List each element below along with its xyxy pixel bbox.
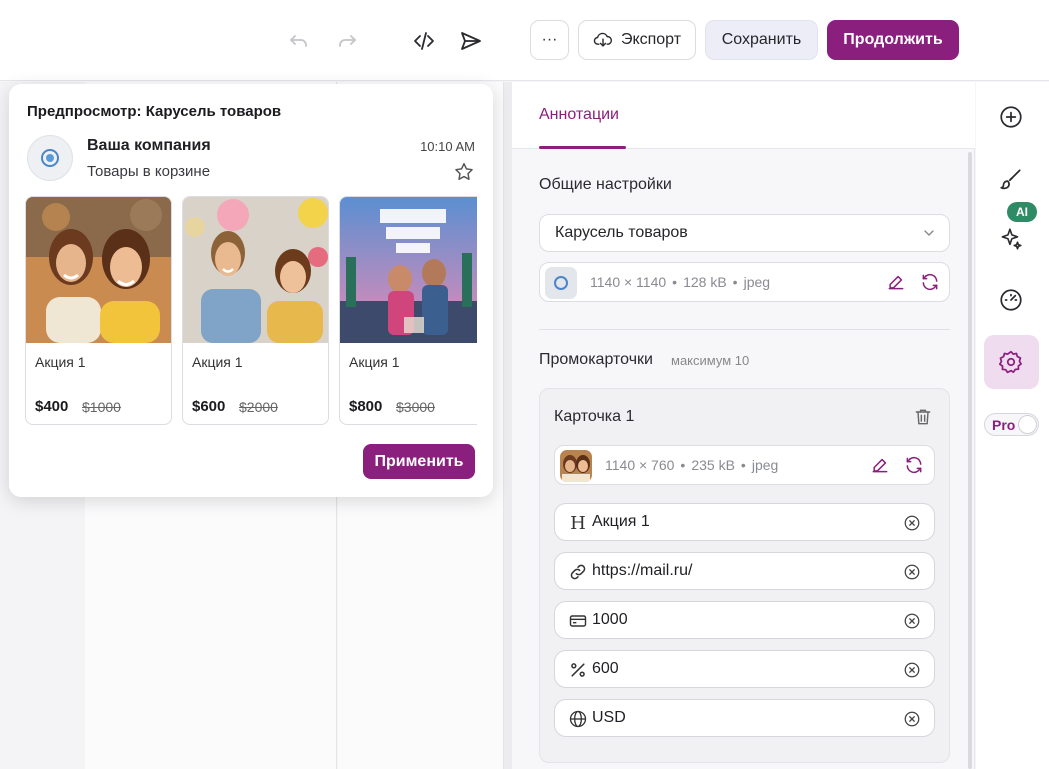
chevron-down-icon — [924, 230, 934, 236]
top-bar: ··· Экспорт Сохранить Продолжить — [0, 0, 1049, 81]
product-old-price: $3000 — [396, 399, 435, 415]
scrollbar[interactable] — [968, 152, 972, 769]
section-divider — [539, 329, 950, 330]
star-icon[interactable] — [453, 161, 475, 183]
export-button[interactable]: Экспорт — [578, 20, 696, 60]
discount-field-value: 600 — [592, 660, 619, 677]
product-old-price: $2000 — [239, 399, 278, 415]
globe-icon — [569, 710, 587, 728]
clear-icon[interactable] — [903, 612, 921, 630]
replace-icon[interactable] — [904, 455, 924, 475]
active-tab-indicator — [539, 146, 626, 149]
product-card[interactable]: Акция 1 $400 $1000 — [25, 196, 172, 425]
price-field-value: 1000 — [592, 611, 628, 628]
card-image-thumbnail — [560, 450, 592, 482]
product-label: Акция 1 — [192, 354, 243, 370]
percent-icon — [571, 663, 585, 677]
product-label: Акция 1 — [349, 354, 400, 370]
product-image — [183, 197, 328, 343]
file-type: jpeg — [751, 457, 779, 473]
preview-popup: Предпросмотр: Карусель товаров Ваша комп… — [9, 84, 493, 497]
clear-icon[interactable] — [903, 563, 921, 581]
link-icon — [570, 564, 586, 580]
product-price: $800 — [349, 398, 383, 415]
more-button[interactable]: ··· — [530, 20, 569, 60]
add-icon[interactable] — [997, 103, 1025, 131]
preview-title: Предпросмотр: Карусель товаров — [27, 103, 282, 120]
apply-button[interactable]: Применить — [363, 444, 475, 479]
file-size: 235 kB — [691, 457, 735, 473]
code-icon[interactable] — [405, 22, 443, 60]
edit-icon[interactable] — [870, 455, 890, 475]
product-old-price: $1000 — [82, 399, 121, 415]
promo-card: Карточка 1 1140 × 760 • 235 kB • jpeg H Акци… — [539, 388, 950, 763]
trash-icon[interactable] — [913, 407, 933, 427]
promo-cards-title: Промокарточки — [539, 351, 653, 368]
link-field-value: https://mail.ru/ — [592, 562, 693, 579]
price-field[interactable]: 1000 — [554, 601, 935, 639]
card-icon — [569, 615, 587, 627]
card-file-meta: 1140 × 760 • 235 kB • jpeg — [605, 457, 779, 473]
discount-field[interactable]: 600 — [554, 650, 935, 688]
continue-button[interactable]: Продолжить — [827, 20, 959, 60]
edit-icon[interactable] — [886, 272, 906, 292]
company-avatar — [27, 135, 73, 181]
undo-icon[interactable] — [280, 22, 318, 60]
link-field[interactable]: https://mail.ru/ — [554, 552, 935, 590]
card-image-file: 1140 × 760 • 235 kB • jpeg — [554, 445, 935, 485]
sparkles-icon[interactable] — [997, 225, 1025, 253]
currency-field-value: USD — [592, 709, 626, 726]
export-label: Экспорт — [620, 31, 682, 48]
send-icon[interactable] — [452, 22, 490, 60]
clear-icon[interactable] — [903, 710, 921, 728]
toggle-knob — [1018, 415, 1037, 434]
heading-icon: H — [570, 512, 586, 534]
gauge-icon[interactable] — [997, 286, 1025, 314]
message-time: 10:10 AM — [420, 139, 475, 154]
product-carousel[interactable]: Акция 1 $400 $1000 Акция 1 $600 $2000 Ак… — [25, 196, 477, 426]
replace-icon[interactable] — [920, 272, 940, 292]
promo-card-title: Карточка 1 — [554, 408, 635, 425]
pro-toggle[interactable]: Pro — [984, 413, 1039, 436]
panel-tabs: Аннотации — [512, 82, 975, 149]
company-name: Ваша компания — [87, 137, 211, 154]
clear-icon[interactable] — [903, 661, 921, 679]
promo-cards-limit: максимум 10 — [671, 353, 750, 368]
annotations-panel: Аннотации Общие настройки Карусель товар… — [512, 82, 975, 769]
heading-field-value: Акция 1 — [592, 513, 650, 530]
product-card[interactable]: Акция 1 $800 $3000 — [339, 196, 477, 425]
tool-rail: AI Pro — [976, 82, 1049, 769]
logo-file-meta: 1140 × 1140 • 128 kB • jpeg — [590, 274, 771, 290]
resize-handle[interactable] — [504, 82, 512, 769]
product-card[interactable]: Акция 1 $600 $2000 — [182, 196, 329, 425]
template-select[interactable]: Карусель товаров — [539, 214, 950, 252]
gear-icon[interactable] — [997, 348, 1025, 376]
product-image — [26, 197, 171, 343]
pro-label: Pro — [992, 417, 1016, 433]
heading-field[interactable]: H Акция 1 — [554, 503, 935, 541]
file-dimensions: 1140 × 1140 — [590, 274, 667, 290]
currency-field[interactable]: USD — [554, 699, 935, 737]
message-subtitle: Товары в корзине — [87, 163, 211, 180]
brush-icon[interactable] — [997, 165, 1025, 193]
product-price: $400 — [35, 398, 69, 415]
cloud-download-icon — [593, 32, 612, 47]
product-image — [340, 197, 477, 343]
save-button[interactable]: Сохранить — [705, 20, 818, 60]
file-dimensions: 1140 × 760 — [605, 457, 675, 473]
logo-file: 1140 × 1140 • 128 kB • jpeg — [539, 262, 950, 302]
ai-badge: AI — [1007, 202, 1037, 222]
clear-icon[interactable] — [903, 514, 921, 532]
redo-icon[interactable] — [328, 22, 366, 60]
file-size: 128 kB — [683, 274, 727, 290]
product-price: $600 — [192, 398, 226, 415]
product-label: Акция 1 — [35, 354, 86, 370]
file-type: jpeg — [743, 274, 771, 290]
tab-annotations[interactable]: Аннотации — [539, 106, 619, 124]
logo-thumbnail — [545, 267, 577, 299]
template-select-value: Карусель товаров — [555, 224, 688, 241]
general-settings-title: Общие настройки — [539, 176, 672, 193]
